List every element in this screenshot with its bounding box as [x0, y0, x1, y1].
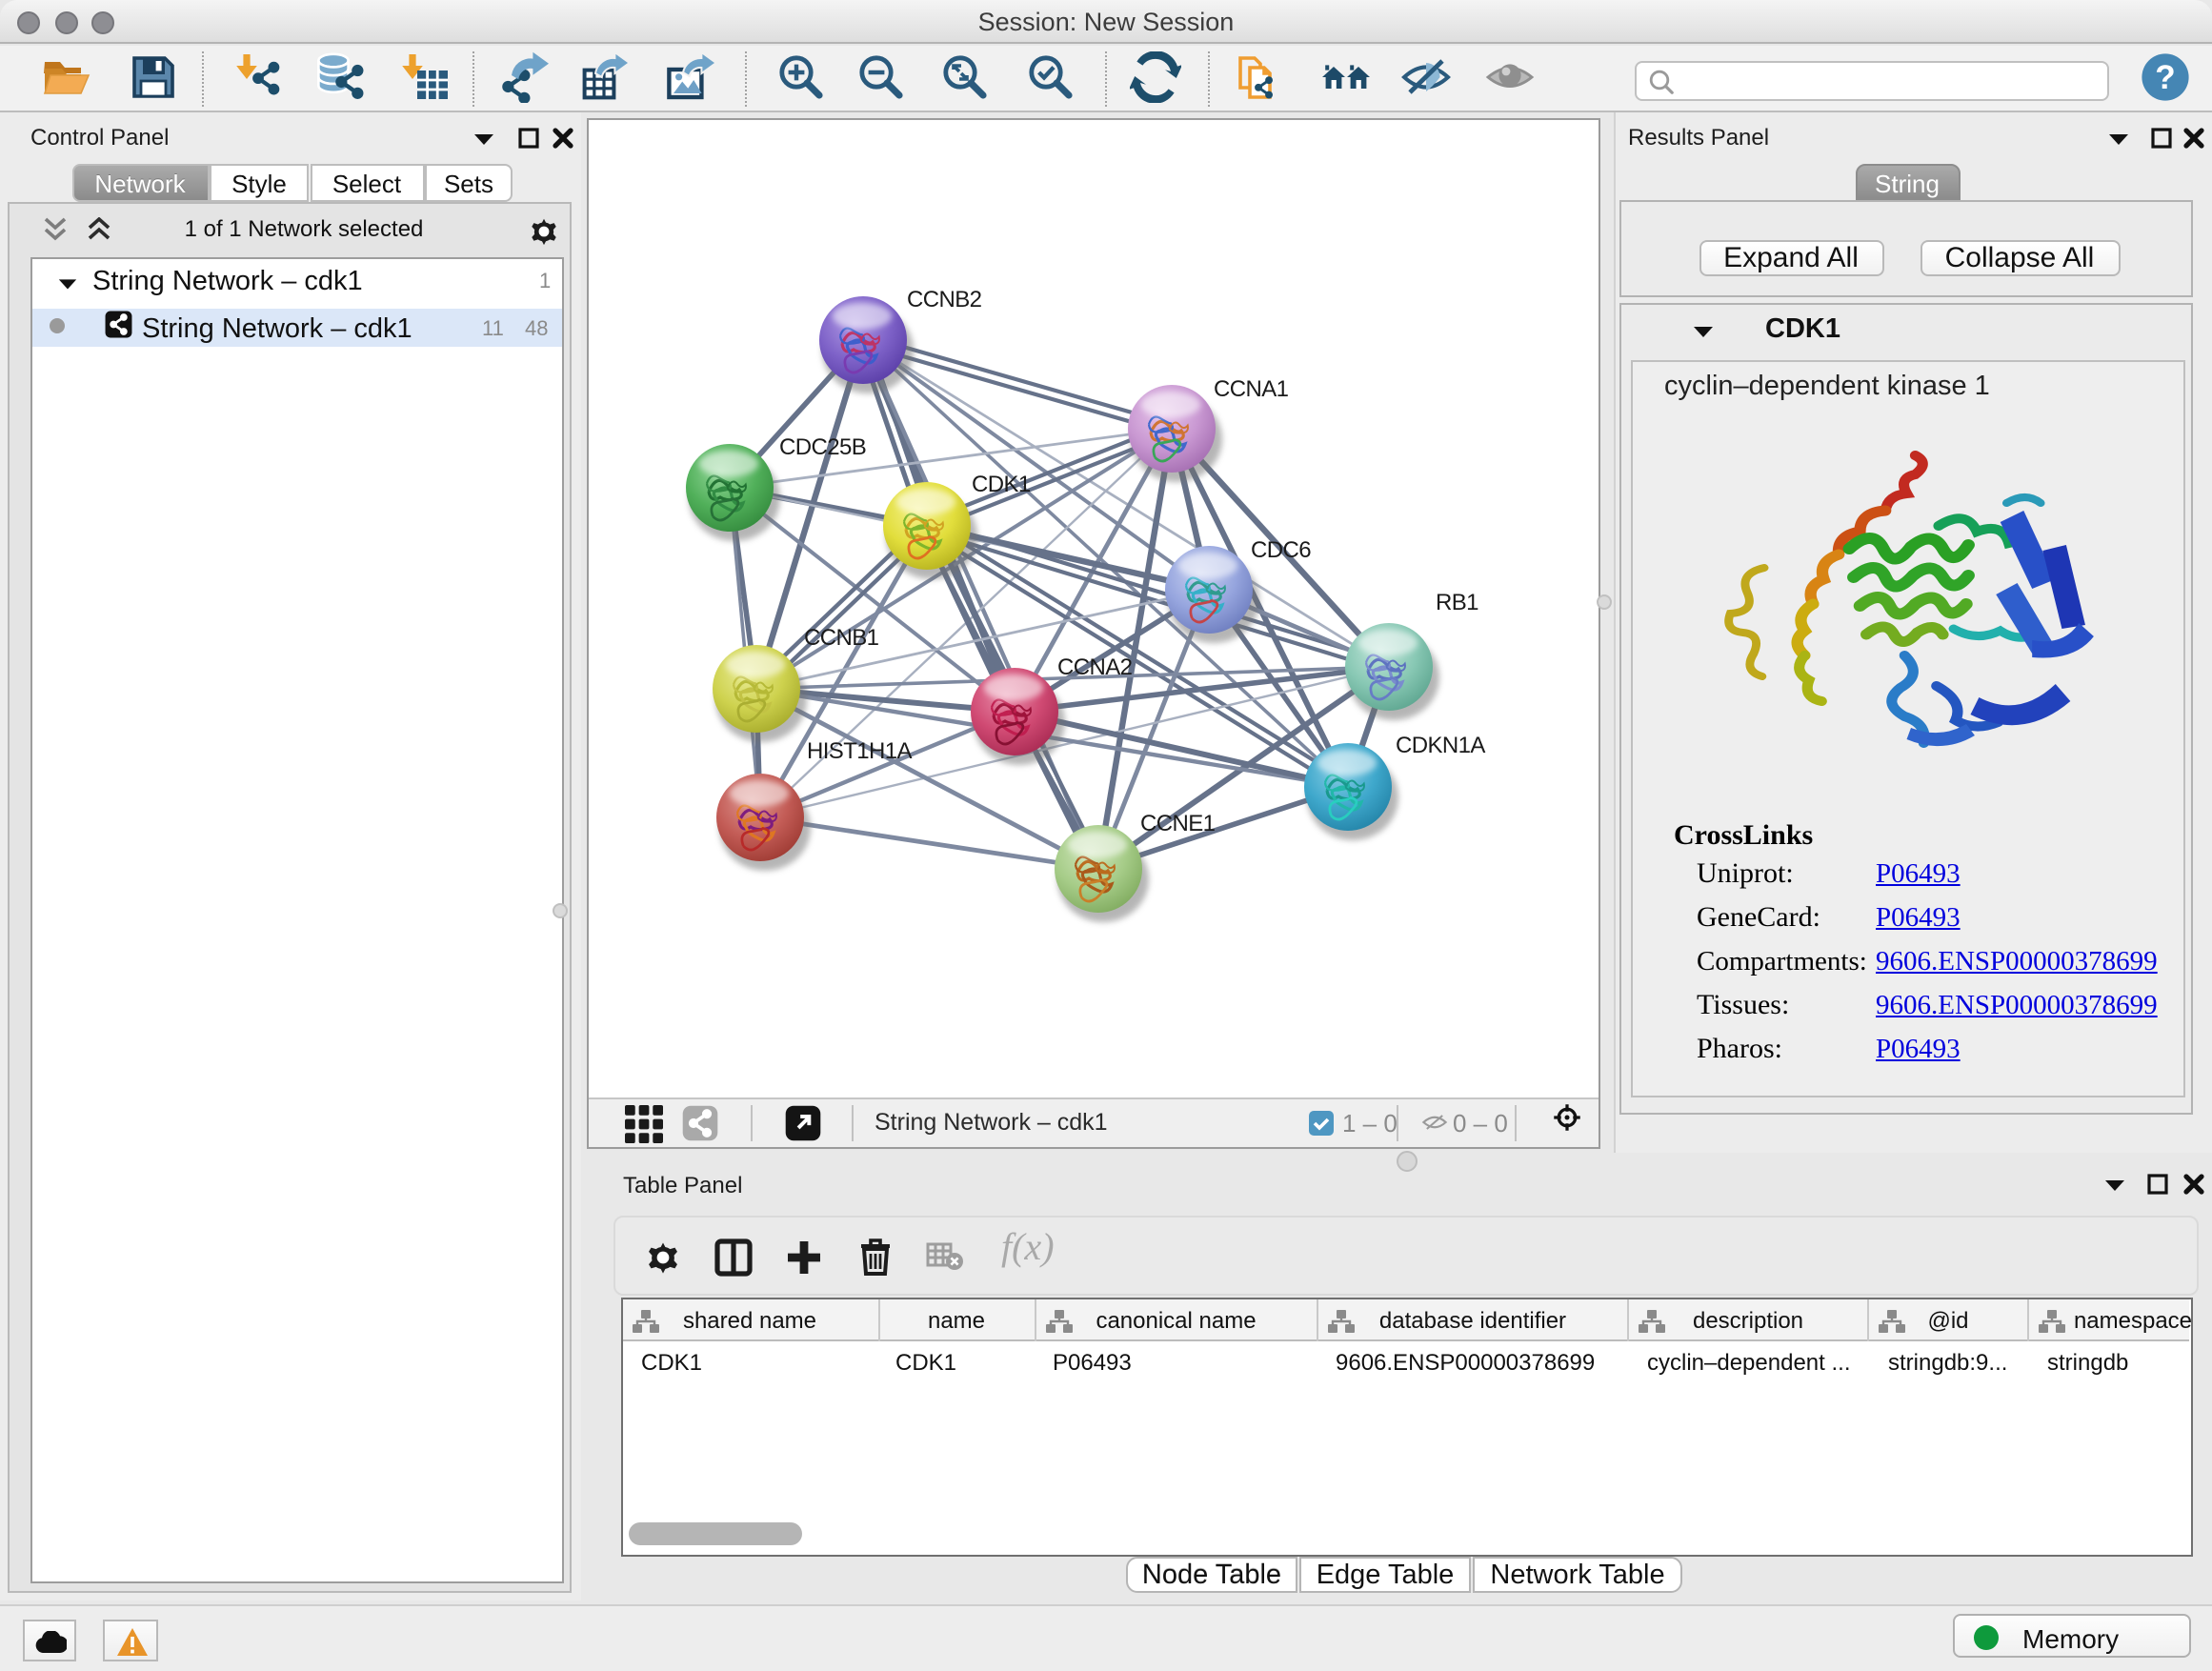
svg-text:CCNB2: CCNB2: [906, 287, 981, 312]
svg-text:CDK1: CDK1: [971, 472, 1030, 497]
svg-text:CCNB1: CCNB1: [803, 625, 878, 651]
svg-text:CCNE1: CCNE1: [1139, 811, 1215, 836]
svg-text:CCNA2: CCNA2: [1056, 654, 1132, 680]
svg-text:RB1: RB1: [1435, 590, 1478, 615]
svg-text:CCNA1: CCNA1: [1213, 376, 1288, 402]
svg-text:CDC25B: CDC25B: [778, 434, 865, 460]
svg-text:CDKN1A: CDKN1A: [1395, 733, 1484, 758]
svg-text:CDC6: CDC6: [1250, 537, 1310, 563]
svg-text:HIST1H1A: HIST1H1A: [806, 738, 911, 764]
svg-text:?: ?: [2154, 59, 2174, 96]
